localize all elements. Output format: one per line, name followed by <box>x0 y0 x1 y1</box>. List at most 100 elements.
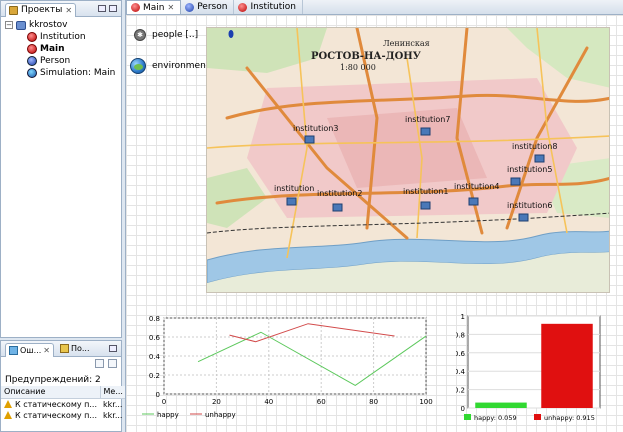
institution-label: institution <box>274 184 314 193</box>
agent-icon <box>27 44 37 54</box>
row-location: kkr... <box>103 399 123 409</box>
problems-table: Описание Ме... К статическому п... kkr..… <box>1 386 127 421</box>
x-tick-label: 60 <box>317 398 326 406</box>
y-tick-label: 0.6 <box>149 334 161 342</box>
tree-item-person[interactable]: Person <box>5 55 121 67</box>
tab-institution-label: Institution <box>250 2 297 12</box>
bar-unhappy <box>541 323 593 408</box>
line-chart-svg: 0 0.2 0.4 0.6 0.8 0 20 40 60 80 100 happy unhappy <box>142 315 433 419</box>
editor-area: Main ✕ Person Institution ✱ people [..] … <box>125 0 623 432</box>
people-label: people [..] <box>152 30 199 40</box>
y-tick-label: 1 <box>461 313 465 321</box>
tab-person-label: Person <box>197 2 228 12</box>
tree-root-label: kkrostov <box>29 20 68 30</box>
institution-label: institution3 <box>293 124 338 133</box>
building-icon <box>420 201 431 210</box>
tab-institution[interactable]: Institution <box>234 0 304 14</box>
building-icon <box>510 177 521 186</box>
tab-console[interactable]: По... <box>57 342 93 356</box>
map-scale: 1:80 000 <box>340 63 376 72</box>
view-menu-icon[interactable] <box>108 359 117 368</box>
environment-element[interactable]: environment <box>130 58 209 74</box>
bar-chart-svg: 0 0.2 0.4 0.6 0.8 1 happy: 0.059 unhappy: 0.915 <box>454 313 601 422</box>
person-icon <box>185 2 195 12</box>
institution-label: institution6 <box>507 201 552 210</box>
simulation-icon <box>27 68 37 78</box>
line-chart: 0 0.2 0.4 0.6 0.8 0 20 40 60 80 100 happy unhappy <box>134 312 436 424</box>
globe-icon <box>130 58 146 74</box>
tree-item-simulation[interactable]: Simulation: Main <box>5 67 121 79</box>
row-description: К статическому п... <box>15 399 97 409</box>
panel-controls <box>98 5 117 12</box>
x-tick-label: 0 <box>162 398 166 406</box>
building-icon <box>332 203 343 212</box>
institution-label: institution7 <box>405 115 450 124</box>
legend-label: unhappy <box>205 411 236 419</box>
tree-item-label: Simulation: Main <box>40 68 116 78</box>
table-row[interactable]: К статическому п... kkr... <box>1 410 126 421</box>
x-tick-label: 80 <box>369 398 378 406</box>
institution-label: institution1 <box>403 187 448 196</box>
map-pin-icon <box>228 30 234 38</box>
city-map[interactable]: Ленинская РОСТОВ-НА-ДОНУ 1:80 000 instit… <box>206 27 610 293</box>
legend-swatch <box>464 414 471 420</box>
projects-panel: Проекты ✕ − kkrostov Institution Main Pe… <box>0 0 122 338</box>
minimize-icon[interactable] <box>98 5 106 12</box>
row-description-cell: К статическому п... <box>1 410 100 421</box>
close-icon[interactable]: ✕ <box>65 6 72 15</box>
column-header-location[interactable]: Ме... <box>100 386 127 399</box>
problems-toolbar <box>1 357 121 373</box>
tab-errors[interactable]: Ош... ✕ <box>5 342 54 357</box>
warning-icon <box>4 411 12 419</box>
tab-person[interactable]: Person <box>181 0 235 14</box>
panel-controls <box>109 345 117 352</box>
legend-label: unhappy: 0.915 <box>544 414 595 422</box>
x-tick-label: 40 <box>264 398 273 406</box>
legend-label: happy <box>157 411 179 419</box>
tab-main[interactable]: Main ✕ <box>126 0 182 14</box>
tab-main-label: Main <box>143 2 165 13</box>
legend-label: happy: 0.059 <box>474 414 517 422</box>
warning-icon <box>4 400 12 408</box>
legend-swatch <box>534 414 541 420</box>
building-icon <box>420 127 431 136</box>
map-district-label: Ленинская <box>383 39 430 48</box>
bar-chart: 0 0.2 0.4 0.6 0.8 1 happy: 0.059 unhappy: 0.915 <box>454 312 604 424</box>
tree-item-institution[interactable]: Institution <box>5 31 121 43</box>
y-tick-label: 0.8 <box>456 331 465 339</box>
row-description: К статическому п... <box>15 410 97 420</box>
tree-item-root[interactable]: − kkrostov <box>5 19 121 31</box>
project-icon <box>16 20 26 30</box>
close-icon[interactable]: ✕ <box>43 346 50 355</box>
close-icon[interactable]: ✕ <box>168 3 175 12</box>
maximize-icon[interactable] <box>109 5 117 12</box>
y-tick-label: 0.6 <box>456 350 466 358</box>
institution-label: institution5 <box>507 165 552 174</box>
graphical-editor-canvas[interactable]: ✱ people [..] environment Ленинская РОСТ… <box>126 15 623 432</box>
folder-icon <box>9 5 18 15</box>
city-map-svg: Ленинская РОСТОВ-НА-ДОНУ 1:80 000 instit… <box>207 28 609 292</box>
tree-item-main[interactable]: Main <box>5 43 121 55</box>
map-title: РОСТОВ-НА-ДОНУ <box>311 51 421 62</box>
institution-label: institution4 <box>454 182 499 191</box>
people-population[interactable]: ✱ people [..] <box>134 29 198 41</box>
console-icon <box>59 344 69 353</box>
column-header-description[interactable]: Описание <box>1 386 101 399</box>
y-tick-label: 0.2 <box>456 387 465 395</box>
table-row[interactable]: К статическому п... kkr... <box>1 398 126 410</box>
person-icon <box>27 56 37 66</box>
plot-area <box>163 317 427 395</box>
row-location: kkr... <box>103 410 123 420</box>
y-tick-label: 0.4 <box>456 368 466 376</box>
tab-errors-label: Ош... <box>20 345 42 355</box>
x-tick-label: 20 <box>212 398 221 406</box>
collapse-icon[interactable]: − <box>5 21 13 29</box>
problems-summary: Предупреждений: 2 <box>5 375 101 385</box>
tree-item-label: Institution <box>40 32 86 42</box>
filter-icon[interactable] <box>95 359 104 368</box>
minimize-icon[interactable] <box>109 345 117 352</box>
tab-console-label: По... <box>70 344 90 353</box>
tab-projects[interactable]: Проекты ✕ <box>5 2 77 17</box>
problems-panel: Ош... ✕ По... Предупреждений: 2 Описание… <box>0 340 127 432</box>
y-tick-label: 0.8 <box>149 315 160 323</box>
